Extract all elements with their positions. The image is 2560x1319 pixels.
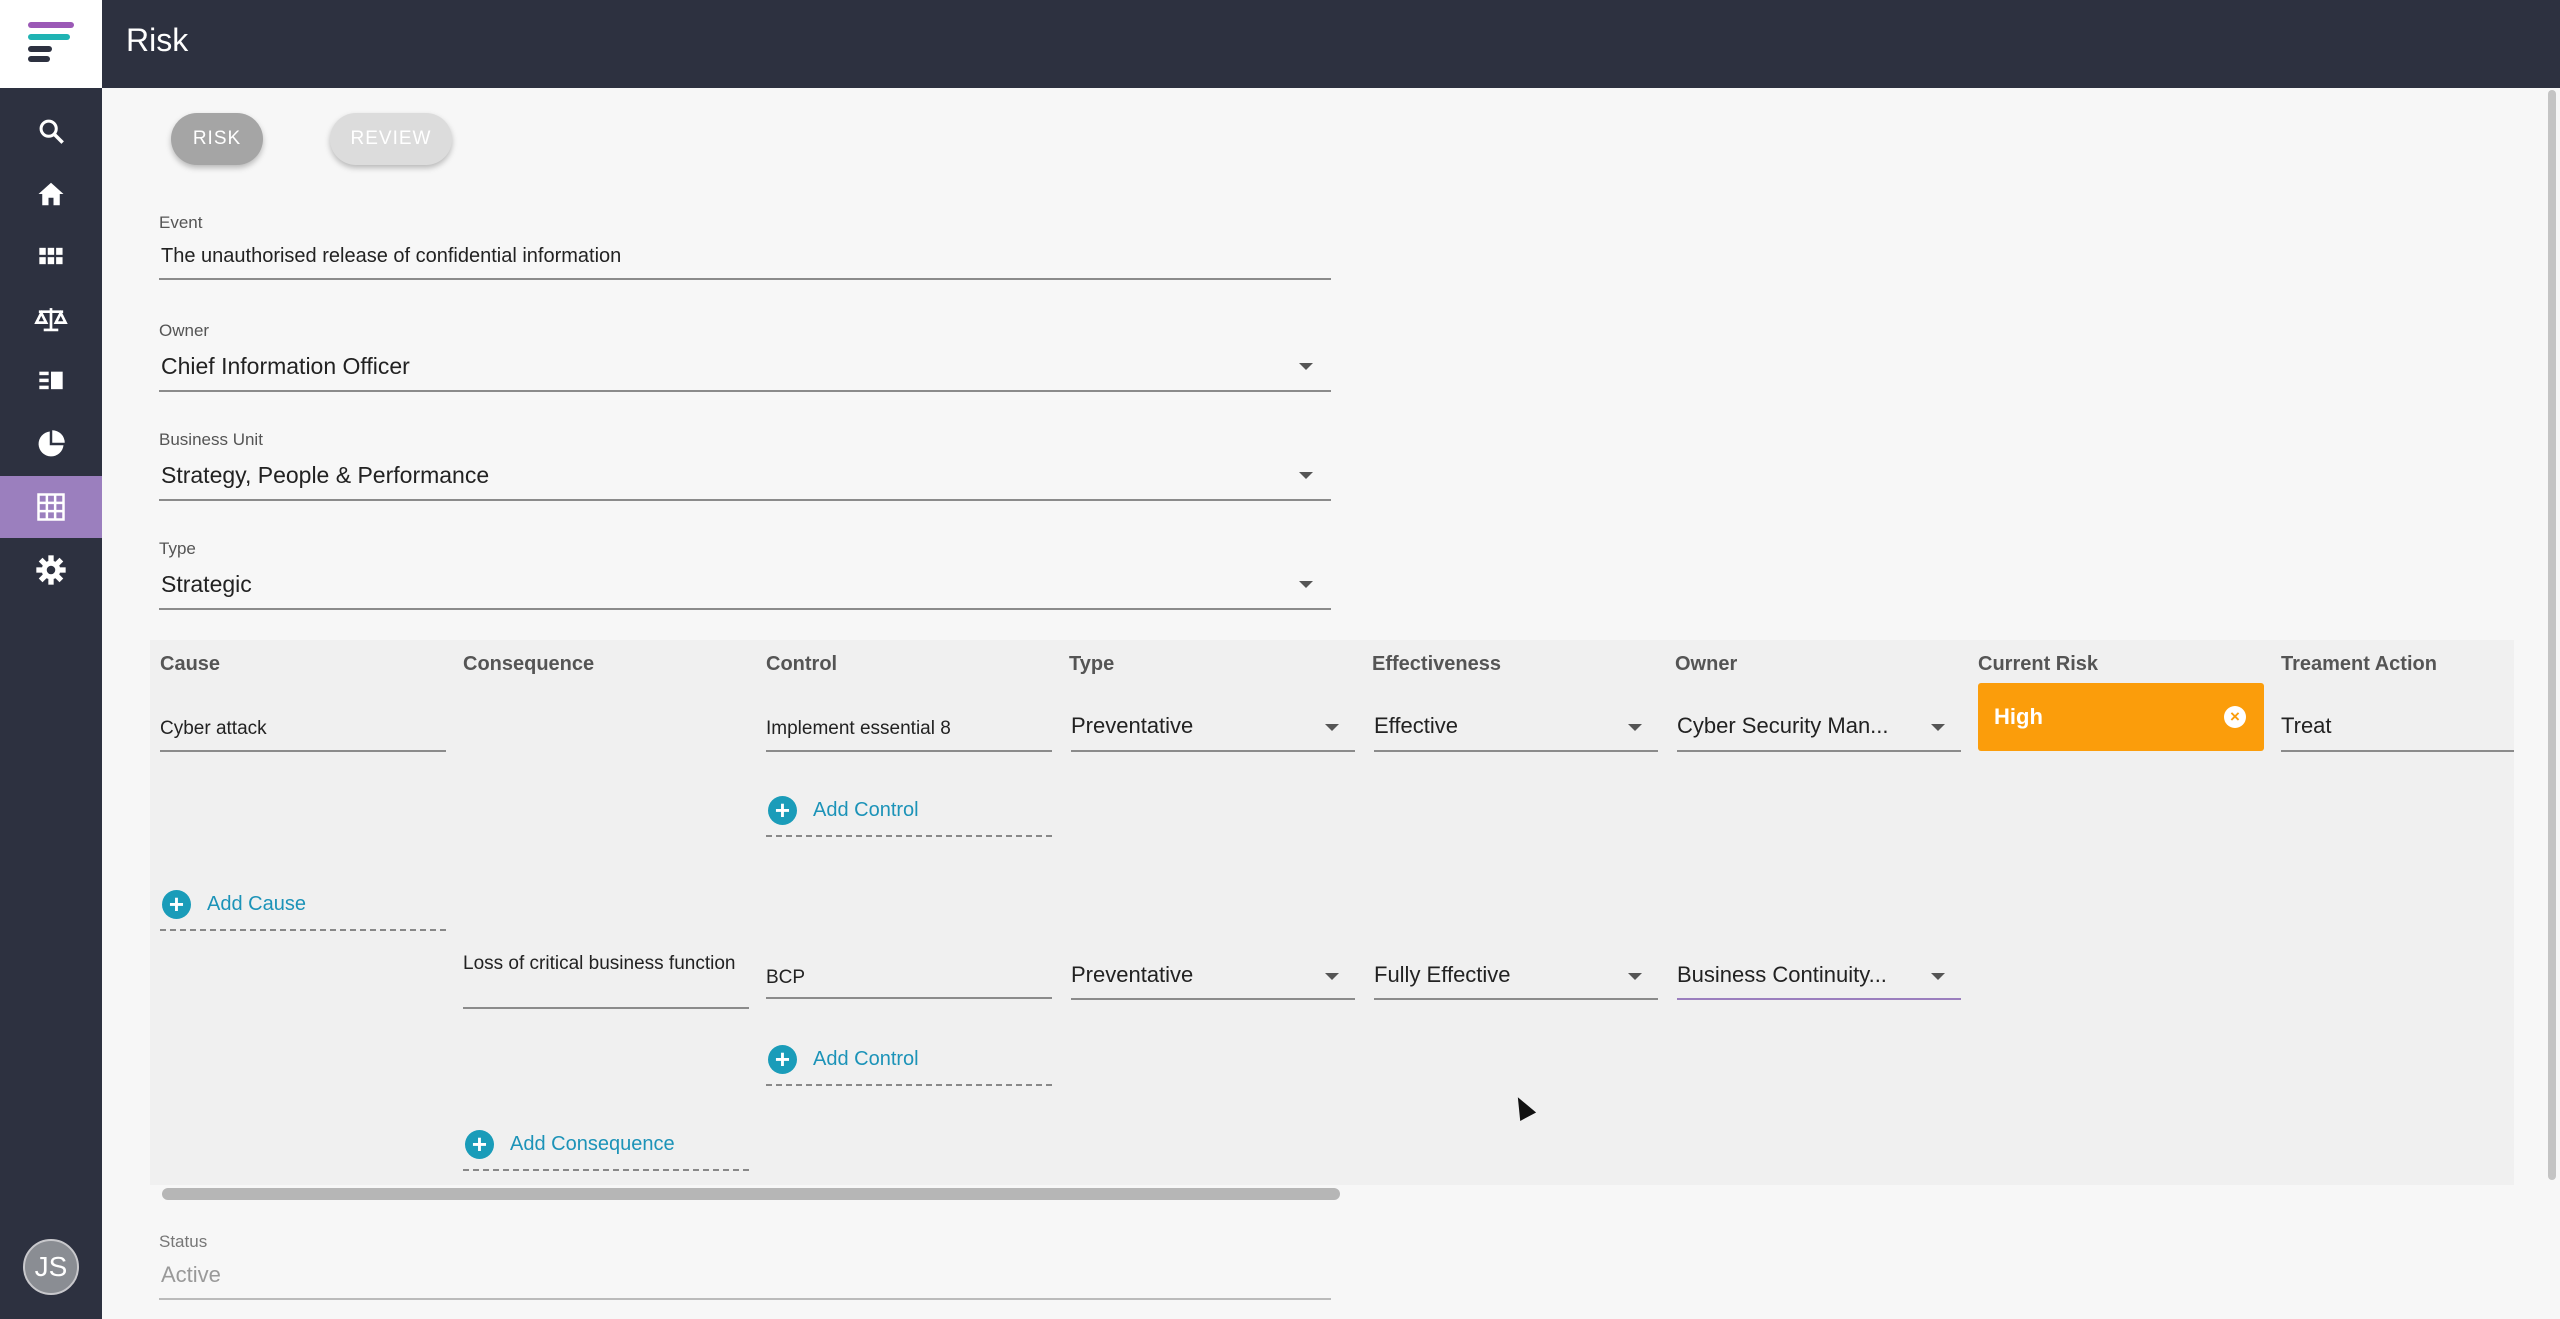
type-select[interactable]: Strategic xyxy=(159,571,1331,610)
header-owner: Owner xyxy=(1675,653,1738,675)
owner-value: Chief Information Officer xyxy=(161,353,410,379)
nav-dashboard[interactable] xyxy=(0,225,102,287)
control-input[interactable]: BCP xyxy=(766,967,1052,999)
user-avatar[interactable]: JS xyxy=(23,1239,79,1295)
header-cause: Cause xyxy=(160,653,221,675)
control-owner-select[interactable]: Business Continuity... xyxy=(1677,962,1961,1000)
app-logo[interactable] xyxy=(0,0,102,88)
nav-home[interactable] xyxy=(0,163,102,225)
header-control: Control xyxy=(766,653,838,675)
nav-reports[interactable] xyxy=(0,413,102,475)
consequence-input[interactable]: Loss of critical business function xyxy=(463,953,749,1009)
add-control-label: Add Control xyxy=(813,1047,919,1070)
business-unit-select[interactable]: Strategy, People & Performance xyxy=(159,462,1331,501)
cause-input[interactable]: Cyber attack xyxy=(160,718,446,752)
owner-select[interactable]: Chief Information Officer xyxy=(159,353,1331,392)
chevron-down-icon xyxy=(1299,363,1313,370)
current-risk-value: High xyxy=(1994,704,2043,729)
nav-settings[interactable] xyxy=(0,539,102,601)
event-label: Event xyxy=(159,213,203,232)
control-type-value: Preventative xyxy=(1071,713,1194,738)
add-cause-button[interactable]: + Add Cause xyxy=(160,879,446,931)
status-field: Status Active xyxy=(159,1232,1331,1300)
add-control-label: Add Control xyxy=(813,798,919,821)
effectiveness-select[interactable]: Fully Effective xyxy=(1374,962,1658,1000)
balance-scale-icon xyxy=(34,308,68,332)
owner-field: Owner Chief Information Officer xyxy=(159,321,1331,392)
add-control-button[interactable]: + Add Control xyxy=(766,785,1052,837)
header-effectiveness: Effectiveness xyxy=(1372,653,1501,675)
header-current-risk: Current Risk xyxy=(1978,653,2099,675)
control-input[interactable]: Implement essential 8 xyxy=(766,718,1052,752)
effectiveness-value: Effective xyxy=(1374,713,1458,738)
chevron-down-icon xyxy=(1628,724,1642,731)
treatment-action-input[interactable]: Treat xyxy=(2281,713,2514,752)
chevron-down-icon xyxy=(1325,973,1339,980)
home-icon xyxy=(38,182,64,206)
add-circle-icon: + xyxy=(768,795,797,825)
add-consequence-label: Add Consequence xyxy=(510,1132,675,1155)
chevron-down-icon xyxy=(1628,973,1642,980)
add-consequence-button[interactable]: + Add Consequence xyxy=(463,1119,749,1171)
control-owner-value: Cyber Security Man... xyxy=(1677,713,1889,738)
status-label: Status xyxy=(159,1232,208,1251)
header-type: Type xyxy=(1069,653,1115,675)
chevron-down-icon xyxy=(1931,724,1945,731)
control-owner-select[interactable]: Cyber Security Man... xyxy=(1677,713,1961,752)
top-bar: Risk xyxy=(102,0,2560,88)
event-input[interactable]: The unauthorised release of confidential… xyxy=(159,245,1331,280)
page-title: Risk xyxy=(126,22,189,58)
add-circle-icon: + xyxy=(162,889,191,919)
control-type-value: Preventative xyxy=(1071,962,1194,987)
pie-chart-icon xyxy=(38,430,65,457)
tab-review[interactable]: REVIEW xyxy=(330,113,452,165)
header-consequence: Consequence xyxy=(463,653,595,675)
effectiveness-select[interactable]: Effective xyxy=(1374,713,1658,752)
effectiveness-value: Fully Effective xyxy=(1374,962,1511,987)
add-control-button[interactable]: + Add Control xyxy=(766,1034,1052,1086)
tab-risk[interactable]: RISK xyxy=(171,113,263,165)
add-circle-icon: + xyxy=(768,1044,797,1074)
control-type-select[interactable]: Preventative xyxy=(1071,713,1355,752)
event-field: Event The unauthorised release of confid… xyxy=(159,213,1331,280)
chevron-down-icon xyxy=(1931,973,1945,980)
business-unit-value: Strategy, People & Performance xyxy=(161,462,490,488)
nav-search[interactable] xyxy=(0,100,102,162)
grid-icon xyxy=(39,247,63,265)
close-icon[interactable]: × xyxy=(2224,706,2246,728)
chevron-down-icon xyxy=(1299,581,1313,588)
type-value: Strategic xyxy=(161,571,252,597)
header-treatment-action: Treament Action xyxy=(2281,653,2437,675)
control-type-select[interactable]: Preventative xyxy=(1071,962,1355,1000)
nav-compliance[interactable] xyxy=(0,288,102,350)
nav-risk-matrix[interactable] xyxy=(0,476,102,538)
list-icon xyxy=(39,371,63,390)
business-unit-label: Business Unit xyxy=(159,430,263,449)
chevron-down-icon xyxy=(1325,724,1339,731)
business-unit-field: Business Unit Strategy, People & Perform… xyxy=(159,430,1331,501)
type-label: Type xyxy=(159,539,196,558)
add-cause-label: Add Cause xyxy=(207,892,306,915)
type-field: Type Strategic xyxy=(159,539,1331,610)
logo-bar-dark-2 xyxy=(28,56,50,62)
logo-bar-purple xyxy=(28,22,74,28)
settings-icon xyxy=(36,555,66,585)
nav-register[interactable] xyxy=(0,350,102,412)
vertical-scrollbar[interactable] xyxy=(2548,90,2556,1180)
logo-bar-dark xyxy=(28,46,52,52)
chevron-down-icon xyxy=(1299,472,1313,479)
logo-bar-teal xyxy=(28,34,70,40)
add-circle-icon: + xyxy=(465,1129,494,1159)
table-icon xyxy=(37,493,65,521)
owner-label: Owner xyxy=(159,321,210,340)
sidebar: JS xyxy=(0,0,102,1319)
horizontal-scrollbar[interactable] xyxy=(162,1188,1340,1200)
search-icon xyxy=(39,119,64,144)
current-risk-chip[interactable]: High × xyxy=(1978,683,2264,751)
control-owner-value: Business Continuity... xyxy=(1677,962,1887,987)
status-value: Active xyxy=(159,1262,1331,1300)
